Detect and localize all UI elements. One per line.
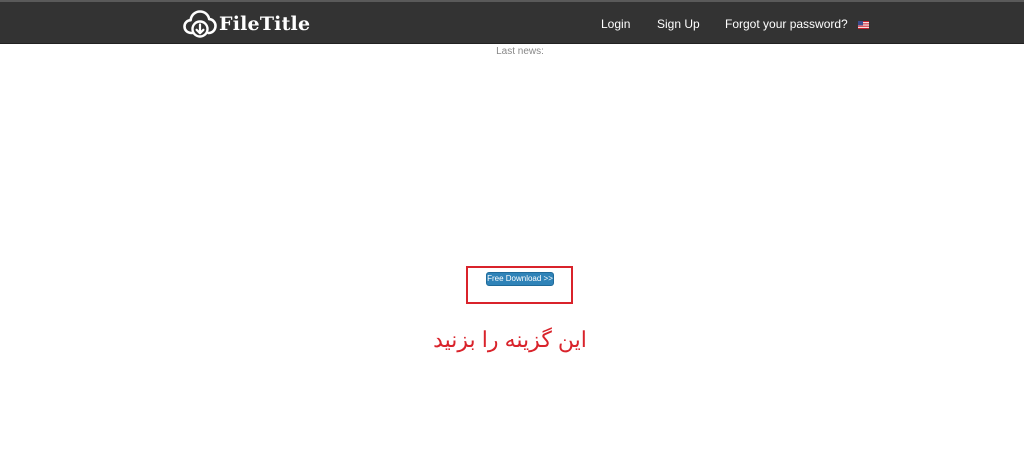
us-flag-icon[interactable] <box>858 21 869 29</box>
brand-name: FileTitle <box>219 13 311 35</box>
instruction-annotation-text: این گزینه را بزنید <box>433 327 587 352</box>
brand-logo-link[interactable]: FileTitle <box>183 9 310 39</box>
last-news-label: Last news: <box>496 46 544 57</box>
page: FileTitle Login Sign Up Forgot your pass… <box>0 0 1024 451</box>
cloud-download-icon <box>183 10 217 38</box>
free-download-button[interactable]: Free Download >> <box>486 272 554 286</box>
signup-link[interactable]: Sign Up <box>657 16 700 32</box>
navbar: FileTitle Login Sign Up Forgot your pass… <box>0 2 1024 44</box>
forgot-password-link[interactable]: Forgot your password? <box>725 16 848 32</box>
login-link[interactable]: Login <box>601 16 630 32</box>
